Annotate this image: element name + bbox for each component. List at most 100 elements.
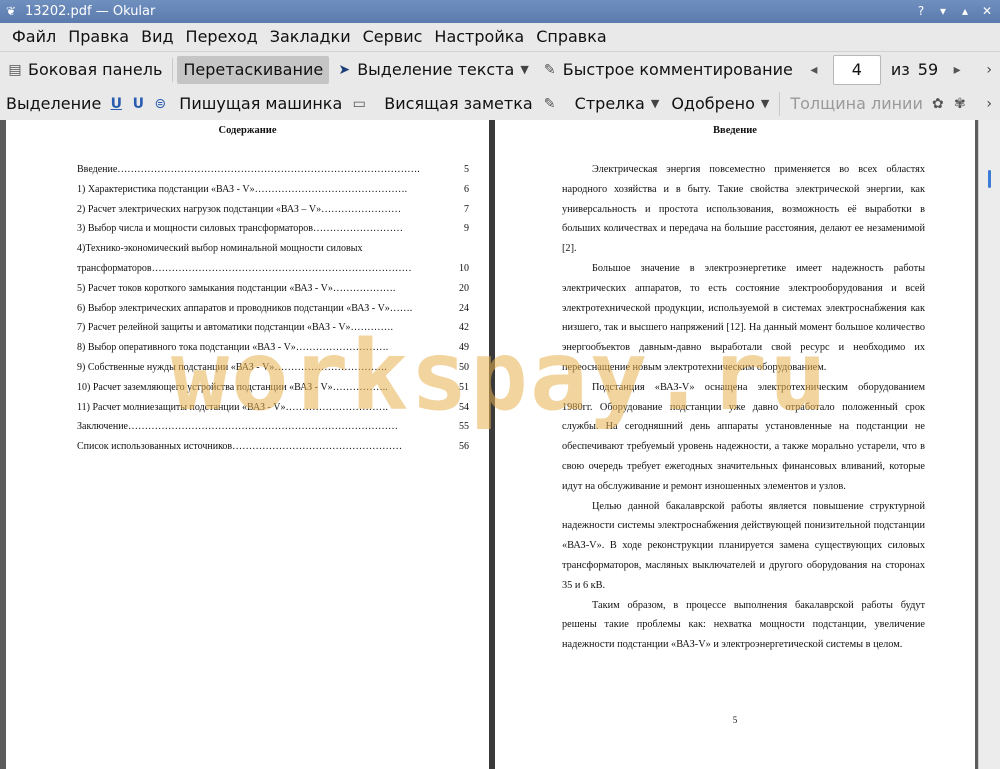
- text-select-label: Выделение текста: [357, 60, 515, 79]
- toc-entry: Заключение……………………………………………………………………… 55: [77, 417, 469, 437]
- pop-up-note-button[interactable]: Висящая заметка ✎: [378, 90, 568, 118]
- arrow-tool-button[interactable]: Стрелка ▼: [569, 90, 666, 118]
- pop-up-note-label: Висящая заметка: [384, 94, 533, 113]
- maximize-icon[interactable]: ▴: [958, 4, 972, 18]
- highlight-button[interactable]: Выделение: [0, 90, 107, 118]
- toc-entry-page: 5: [464, 164, 469, 175]
- toc-entry-text: 4)Технико-экономический выбор номинально…: [77, 243, 363, 255]
- toc-entry-text: 5) Расчет токов короткого замыкания подс…: [77, 282, 396, 294]
- cursor-icon: ➤: [338, 61, 351, 78]
- window-controls: ? ▾ ▴ ✕: [914, 4, 994, 18]
- fill-color-icon[interactable]: ✾: [951, 95, 969, 113]
- page-number-input[interactable]: 4: [832, 54, 881, 85]
- toc-entry-text: 11) Расчет молниезащиты подстанции «ВАЗ …: [77, 401, 389, 413]
- toc-entry-text: 2) Расчет электрических нагрузок подстан…: [77, 203, 402, 215]
- menu-file[interactable]: Файл: [6, 23, 62, 51]
- menu-tools[interactable]: Сервис: [357, 23, 429, 51]
- freehand-pen-icon: ✎: [543, 95, 556, 112]
- browse-tool-label: Перетаскивание: [183, 60, 324, 79]
- toolbar-overflow-icon[interactable]: ›: [986, 96, 992, 112]
- toc-entry-page: 6: [464, 183, 469, 195]
- toc-entry: Список использованных источников………………………: [77, 437, 469, 457]
- menu-go[interactable]: Переход: [180, 23, 264, 51]
- toolbar-separator: [172, 57, 174, 82]
- toc-entry: 3) Выбор числа и мощности силовых трансф…: [77, 219, 469, 239]
- stamp-button[interactable]: Одобрено ▼: [665, 90, 775, 118]
- toc-entry-text: Заключение………………………………………………………………………: [77, 421, 398, 433]
- pen-icon: ✎: [543, 61, 556, 78]
- line-width-label: Толщина линии: [790, 94, 923, 113]
- browse-tool-button[interactable]: Перетаскивание: [177, 55, 330, 84]
- minimize-icon[interactable]: ▾: [936, 4, 950, 18]
- toc-entry: Введение………………………………………………………………………………. 5: [77, 160, 469, 180]
- okular-app-icon: ❦: [6, 4, 17, 18]
- toc-entry-page: 7: [464, 203, 469, 215]
- toc-entry-page: 24: [459, 302, 469, 314]
- toc-entry-page: 50: [459, 361, 469, 373]
- line-width-button[interactable]: Толщина линии: [784, 90, 929, 118]
- paragraph: Таким образом, в процессе выполнения бак…: [562, 599, 925, 651]
- close-icon[interactable]: ✕: [980, 4, 994, 18]
- underline-icon[interactable]: U: [107, 95, 125, 113]
- color-icon[interactable]: ✿: [929, 95, 947, 113]
- chevron-down-icon[interactable]: ▼: [651, 97, 659, 110]
- menu-bookmarks[interactable]: Закладки: [264, 23, 357, 51]
- document-view[interactable]: Содержание Введение…………………………………………………………: [0, 120, 1000, 769]
- main-toolbar: ▤ Боковая панель Перетаскивание ➤ Выделе…: [0, 51, 1000, 87]
- page-heading: Введение: [713, 125, 757, 136]
- quick-annotation-button[interactable]: ✎ Быстрое комментирование: [535, 56, 799, 84]
- toc-entry: 6) Выбор электрических аппаратов и прово…: [77, 299, 469, 319]
- text-select-button[interactable]: ➤ Выделение текста ▼: [329, 56, 535, 84]
- toc-entry-text: 3) Выбор числа и мощности силовых трансф…: [77, 223, 403, 235]
- pdf-page-right: Введение Электрическая энергия повсемест…: [495, 120, 975, 769]
- paragraph: Целью данной бакалаврской работы являетс…: [562, 500, 925, 591]
- toc-entry-page: 42: [459, 322, 469, 334]
- toc-entry: 11) Расчет молниезащиты подстанции «ВАЗ …: [77, 398, 469, 418]
- toolbar-overflow-icon[interactable]: ›: [986, 62, 992, 78]
- toc-entry: 9) Собственные нужды подстанции «ВАЗ - V…: [77, 358, 469, 378]
- toc-entry-page: 55: [459, 421, 469, 433]
- toc-entry-page: 54: [459, 401, 469, 413]
- sidebar-label: Боковая панель: [28, 60, 163, 79]
- next-page-icon[interactable]: ▸: [948, 61, 966, 79]
- typewriter-button[interactable]: Пишущая машинка ▭: [173, 90, 378, 118]
- toc-entry: 10) Расчет заземляющего устройства подст…: [77, 378, 469, 398]
- previous-page-icon[interactable]: ◂: [805, 61, 823, 79]
- stamp-label: Одобрено: [671, 94, 755, 113]
- toc-entry-page: 51: [459, 381, 469, 393]
- toc-entry-page: 10: [459, 262, 469, 274]
- toc-entry-text: 6) Выбор электрических аппаратов и прово…: [77, 302, 413, 314]
- vertical-scrollbar[interactable]: [978, 120, 1000, 769]
- strikeout-icon[interactable]: ⊜: [151, 95, 169, 113]
- toc-entry-page: 9: [464, 223, 469, 235]
- menu-edit[interactable]: Правка: [62, 23, 135, 51]
- page-number: 5: [732, 715, 738, 725]
- toc-entry-page: 49: [459, 342, 469, 354]
- squiggly-underline-icon[interactable]: U: [129, 95, 147, 113]
- chevron-down-icon[interactable]: ▼: [761, 97, 769, 110]
- page-total: 59: [917, 60, 939, 79]
- chevron-down-icon[interactable]: ▼: [520, 63, 528, 76]
- toc-entry-text: 9) Собственные нужды подстанции «ВАЗ - V…: [77, 361, 387, 373]
- toc-entry-text: Список использованных источников………………………: [77, 441, 403, 453]
- annotation-toolbar: Выделение U U ⊜ Пишущая машинка ▭ Висяща…: [0, 87, 1000, 120]
- toc-entry-text: 1) Характеристика подстанции «ВАЗ - V»………: [77, 183, 408, 195]
- highlight-label: Выделение: [6, 94, 102, 113]
- toc-entry-text: трансформаторов……………………………………………………………………: [77, 262, 412, 274]
- title-bar: ❦ 13202.pdf — Okular ? ▾ ▴ ✕: [0, 0, 1000, 23]
- toc-entry-text: 7) Расчет релейной защиты и автоматики п…: [77, 322, 394, 334]
- paragraph: Большое значение в электроэнергетике име…: [562, 262, 925, 373]
- paragraph: Подстанция «ВАЗ-V» оснащена электротехни…: [562, 381, 925, 492]
- toc-entry: 8) Выбор оперативного тока подстанции «В…: [77, 338, 469, 358]
- menu-help[interactable]: Справка: [530, 23, 613, 51]
- page-of-label: из: [890, 60, 910, 79]
- toc-entry: трансформаторов……………………………………………………………………: [77, 259, 469, 279]
- sidebar-icon: ▤: [8, 61, 22, 78]
- scrollbar-thumb[interactable]: [988, 170, 991, 188]
- sidebar-button[interactable]: ▤ Боковая панель: [0, 56, 168, 84]
- menu-settings[interactable]: Настройка: [428, 23, 530, 51]
- pdf-page-left: Содержание Введение…………………………………………………………: [6, 120, 489, 769]
- toc-entry-page: 20: [459, 282, 469, 294]
- help-icon[interactable]: ?: [914, 4, 928, 18]
- menu-view[interactable]: Вид: [135, 23, 179, 51]
